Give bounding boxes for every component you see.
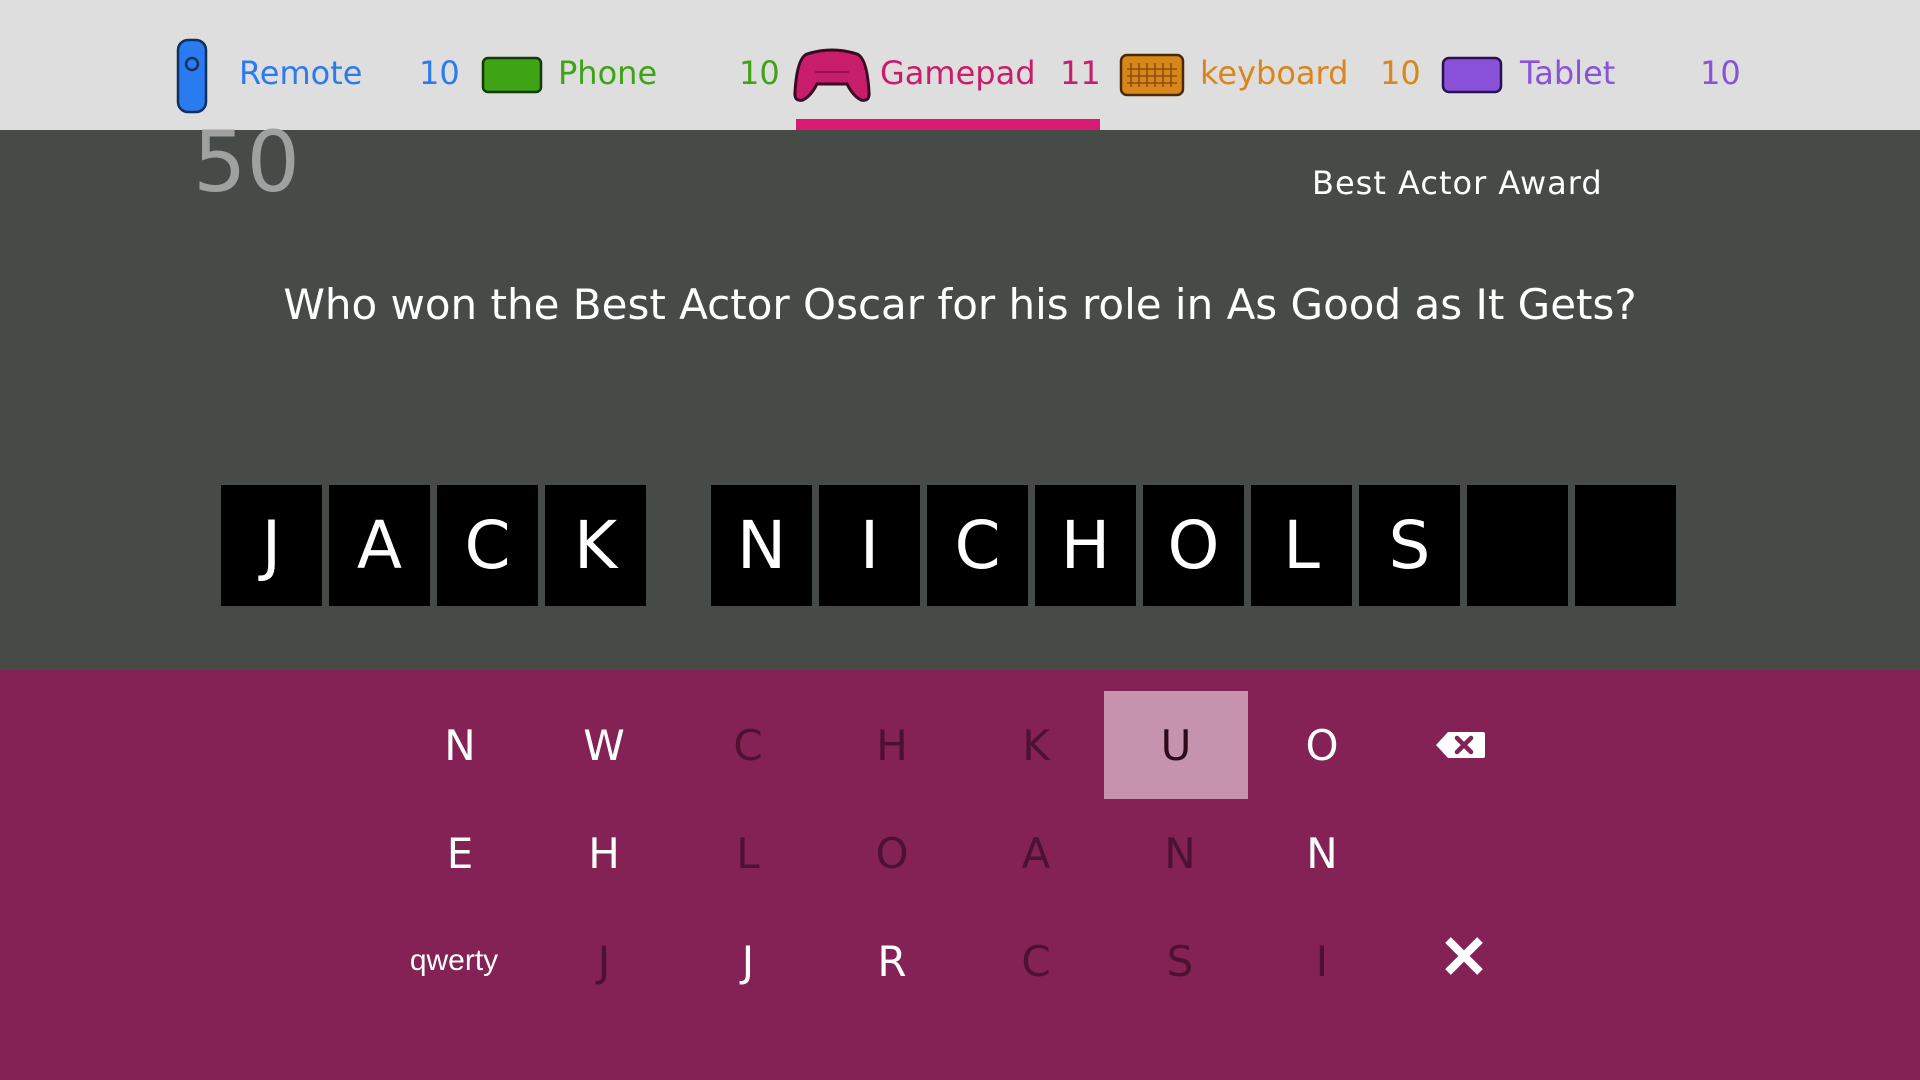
gamepad-icon — [793, 48, 871, 108]
player-name: keyboard — [1200, 54, 1349, 92]
letter-keyboard: N W C H K U O E H L O A N N qwerty J J R… — [0, 670, 1920, 1080]
answer-tile — [1575, 485, 1676, 606]
question-text: Who won the Best Actor Oscar for his rol… — [283, 280, 1637, 329]
close-key[interactable] — [1392, 907, 1536, 1015]
answer-tile: C — [927, 485, 1028, 606]
key-n[interactable]: N — [1250, 799, 1394, 907]
key-j[interactable]: J — [676, 907, 820, 1015]
key-h[interactable]: H — [820, 691, 964, 799]
answer-tile: L — [1251, 485, 1352, 606]
key-o[interactable]: O — [1250, 691, 1394, 799]
player-name: Gamepad — [880, 54, 1036, 92]
answer-tile: H — [1035, 485, 1136, 606]
qwerty-layout-button[interactable]: qwerty — [382, 907, 526, 1015]
key-h[interactable]: H — [532, 799, 676, 907]
answer-tile: C — [437, 485, 538, 606]
key-r[interactable]: R — [820, 907, 964, 1015]
key-c[interactable]: C — [676, 691, 820, 799]
remote-icon — [176, 38, 208, 118]
key-u-selected[interactable]: U — [1104, 691, 1248, 799]
key-a[interactable]: A — [964, 799, 1108, 907]
key-w[interactable]: W — [532, 691, 676, 799]
answer-tile: J — [221, 485, 322, 606]
player-score: 10 — [419, 54, 460, 92]
player-score: 10 — [1700, 54, 1741, 92]
countdown-timer: 50 — [193, 113, 300, 211]
key-s[interactable]: S — [1108, 907, 1252, 1015]
key-e[interactable]: E — [388, 799, 532, 907]
active-player-indicator — [796, 119, 1100, 130]
player-score: 10 — [1380, 54, 1421, 92]
answer-tile: S — [1359, 485, 1460, 606]
answer-tile: K — [545, 485, 646, 606]
key-o[interactable]: O — [820, 799, 964, 907]
player-name: Remote — [239, 54, 363, 92]
answer-tile: I — [819, 485, 920, 606]
keyboard-icon — [1119, 53, 1185, 101]
answer-tile: O — [1143, 485, 1244, 606]
tablet-icon — [1441, 56, 1503, 98]
key-n[interactable]: N — [388, 691, 532, 799]
player-bar: Remote 10 Phone 10 Gamepad 11 keyboard 1… — [0, 0, 1920, 130]
answer-tile — [1467, 485, 1568, 606]
close-icon — [1442, 934, 1486, 988]
key-l[interactable]: L — [676, 799, 820, 907]
backspace-key[interactable] — [1388, 691, 1532, 799]
key-n[interactable]: N — [1108, 799, 1252, 907]
answer-tile: A — [329, 485, 430, 606]
key-i[interactable]: I — [1250, 907, 1394, 1015]
answer-tile: N — [711, 485, 812, 606]
player-score: 11 — [1060, 54, 1101, 92]
phone-icon — [481, 56, 543, 98]
player-name: Phone — [558, 54, 658, 92]
question-category: Best Actor Award — [1312, 164, 1603, 202]
key-j[interactable]: J — [532, 907, 676, 1015]
key-c[interactable]: C — [964, 907, 1108, 1015]
key-k[interactable]: K — [964, 691, 1108, 799]
backspace-icon — [1434, 721, 1486, 770]
player-name: Tablet — [1520, 54, 1616, 92]
player-score: 10 — [739, 54, 780, 92]
